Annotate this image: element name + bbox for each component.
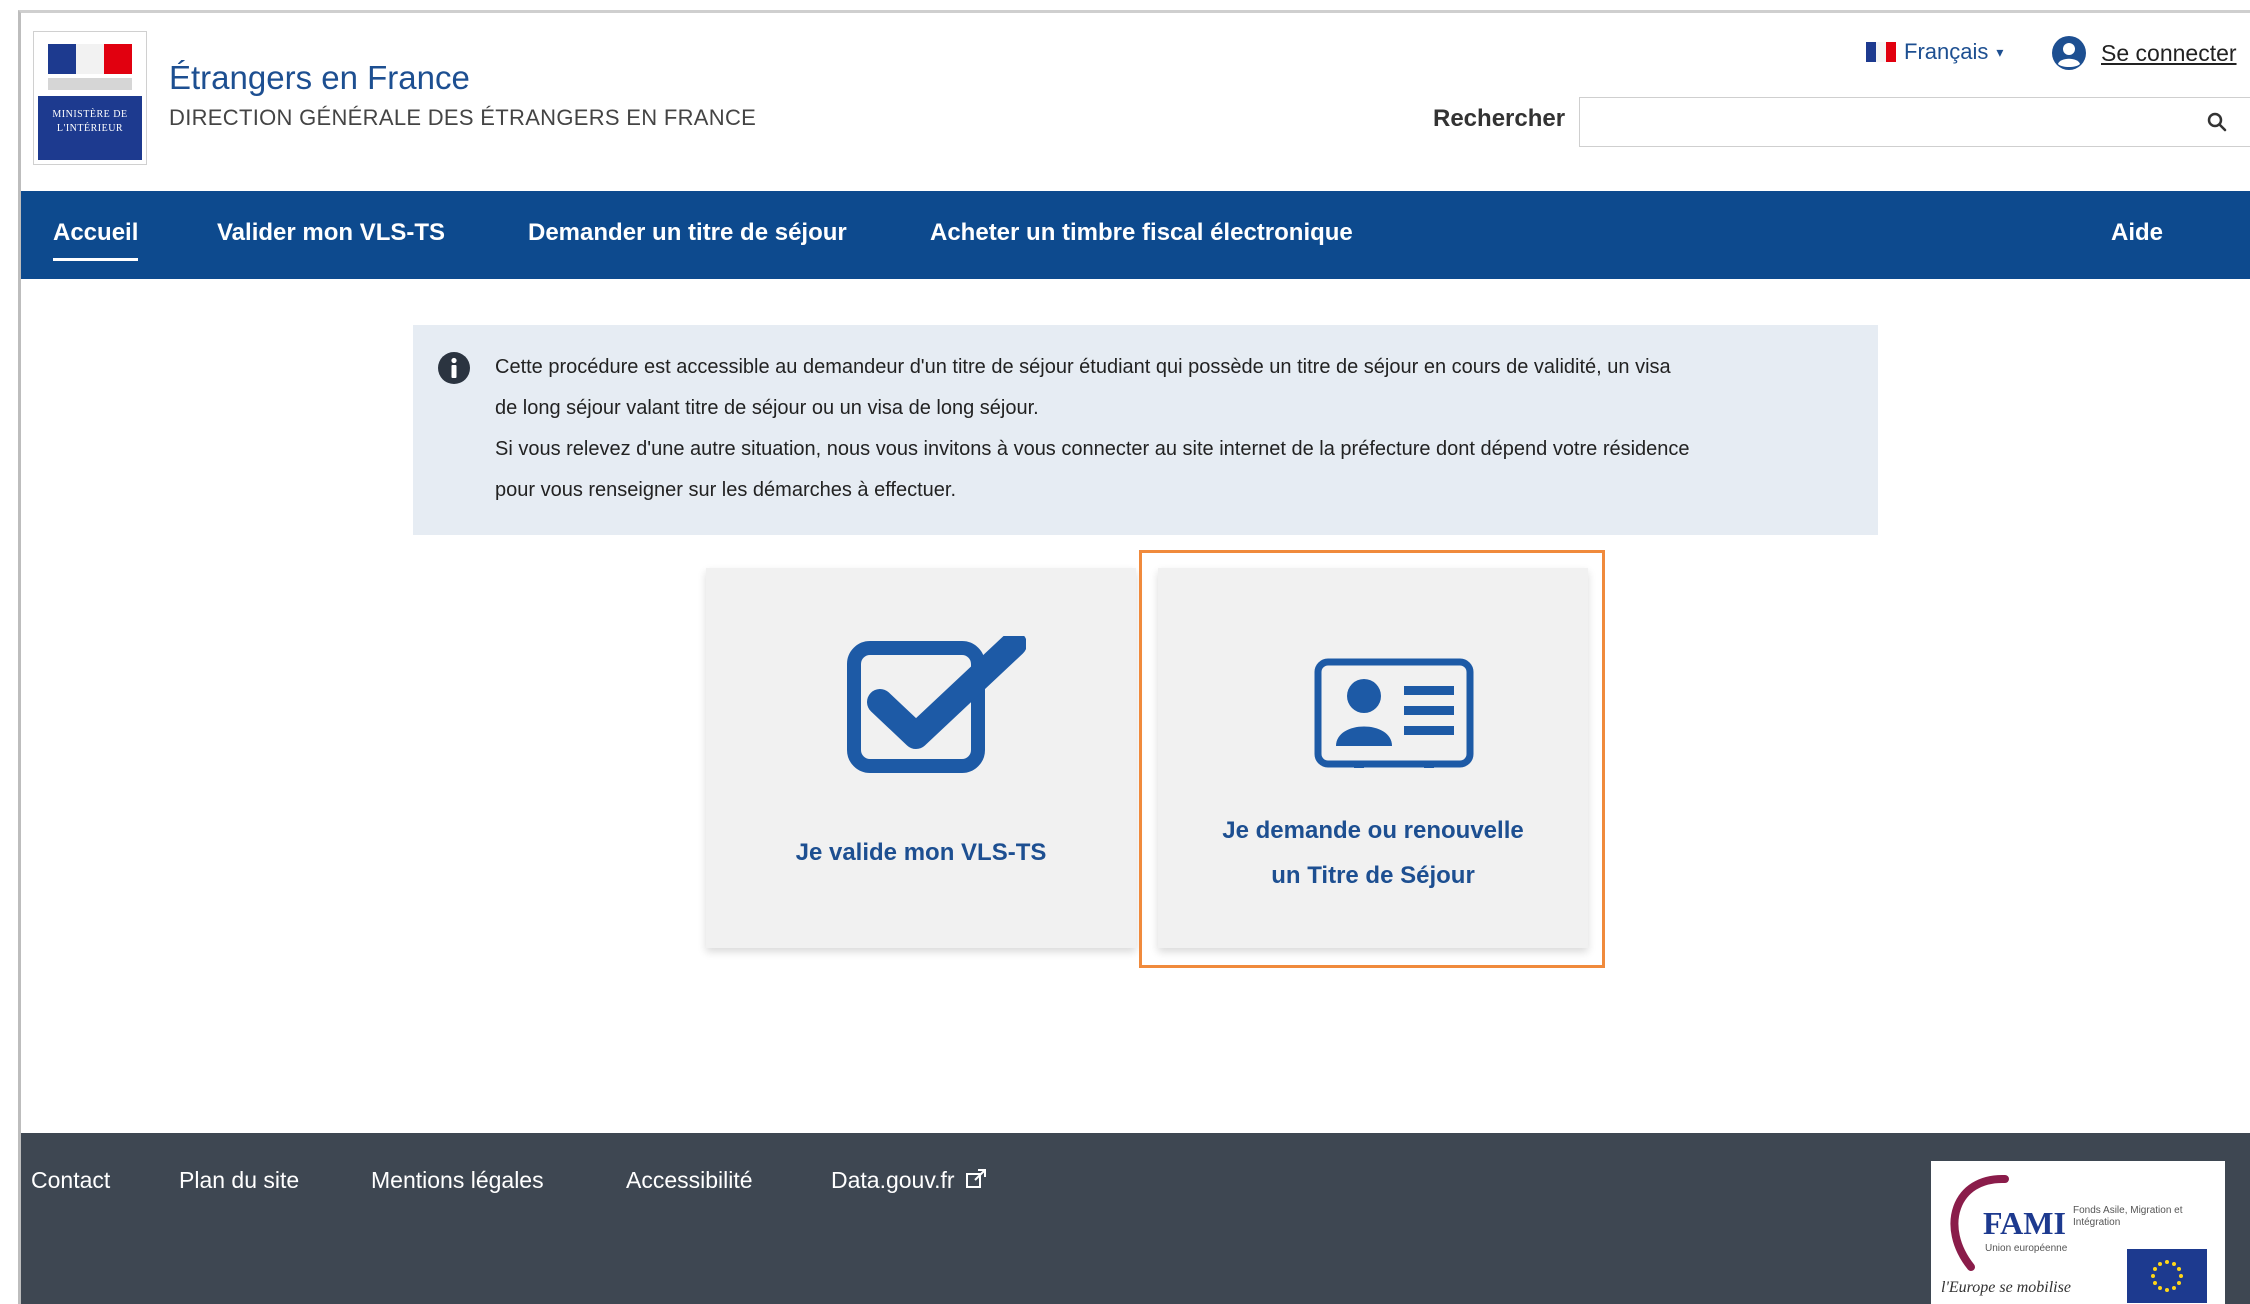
site-footer: Contact Plan du site Mentions légales Ac… [21,1133,2250,1304]
site-title[interactable]: Étrangers en France [169,59,470,97]
language-label: Français [1904,39,1989,64]
nav-item-accueil[interactable]: Accueil [53,219,139,261]
main-nav: Accueil Valider mon VLS-TS Demander un t… [21,191,2250,279]
search-input[interactable] [1579,97,2199,147]
info-text-line-1: Cette procédure est accessible au demand… [495,356,1671,378]
footer-link-accessibilite[interactable]: Accessibilité [626,1167,753,1194]
info-circle-icon [438,352,470,384]
fami-subtitle: Fonds Asile, Migration et Intégration [2073,1205,2183,1228]
fami-motto: l'Europe se mobilise [1941,1279,2071,1296]
ministry-logo[interactable]: MINISTÈRE DE L'INTÉRIEUR [33,31,147,165]
footer-link-data-gouv-label: Data.gouv.fr [831,1167,955,1193]
site-header: MINISTÈRE DE L'INTÉRIEUR Étrangers en Fr… [21,13,2250,191]
fami-logo: FAMI Fonds Asile, Migration et Intégrati… [1931,1161,2225,1304]
info-notice: Cette procédure est accessible au demand… [413,325,1878,535]
footer-link-plan-du-site[interactable]: Plan du site [179,1167,299,1194]
footer-link-data-gouv[interactable]: Data.gouv.fr [831,1167,987,1194]
site-subtitle: DIRECTION GÉNÉRALE DES ÉTRANGERS EN FRAN… [169,105,757,130]
ministry-logo-text: MINISTÈRE DE L'INTÉRIEUR [38,96,142,160]
external-link-icon [965,1169,986,1188]
fami-eu-label: Union européenne [1985,1243,2068,1254]
user-circle-icon [2052,36,2086,70]
nav-item-valider-vls-ts[interactable]: Valider mon VLS-TS [217,219,445,247]
republic-motto-strip [48,78,132,90]
connect-link[interactable]: Se connecter [2051,35,2237,71]
language-selector[interactable]: Français ▾ [1866,39,2003,65]
search-icon [2207,112,2226,132]
nav-item-timbre-fiscal[interactable]: Acheter un timbre fiscal électronique [930,219,1353,247]
fami-title: FAMI [1983,1205,2066,1241]
info-text-line-4: pour vous renseigner sur les démarches à… [495,479,956,501]
nav-item-aide[interactable]: Aide [2111,219,2163,247]
checkbox-check-icon [847,636,1026,773]
card-valide-vls-ts[interactable]: Je valide mon VLS-TS [706,568,1136,948]
connect-label: Se connecter [2101,39,2237,66]
nav-item-demander-titre[interactable]: Demander un titre de séjour [528,219,847,247]
info-text-line-2: de long séjour valant titre de séjour ou… [495,397,1039,419]
search-button[interactable] [2181,97,2250,147]
info-text-line-3: Si vous relevez d'une autre situation, n… [495,438,1690,460]
french-flag-icon [1866,42,1896,62]
french-flag-icon [48,44,132,74]
eu-flag-icon [2127,1249,2207,1303]
browser-viewport: MINISTÈRE DE L'INTÉRIEUR Étrangers en Fr… [18,10,2250,1304]
card-label: Je valide mon VLS-TS [795,839,1047,866]
selection-highlight [1139,550,1605,968]
footer-link-contact[interactable]: Contact [31,1167,110,1194]
footer-link-mentions-legales[interactable]: Mentions légales [371,1167,544,1194]
search-label: Rechercher [1433,105,1566,132]
caret-down-icon: ▾ [1996,43,2004,60]
